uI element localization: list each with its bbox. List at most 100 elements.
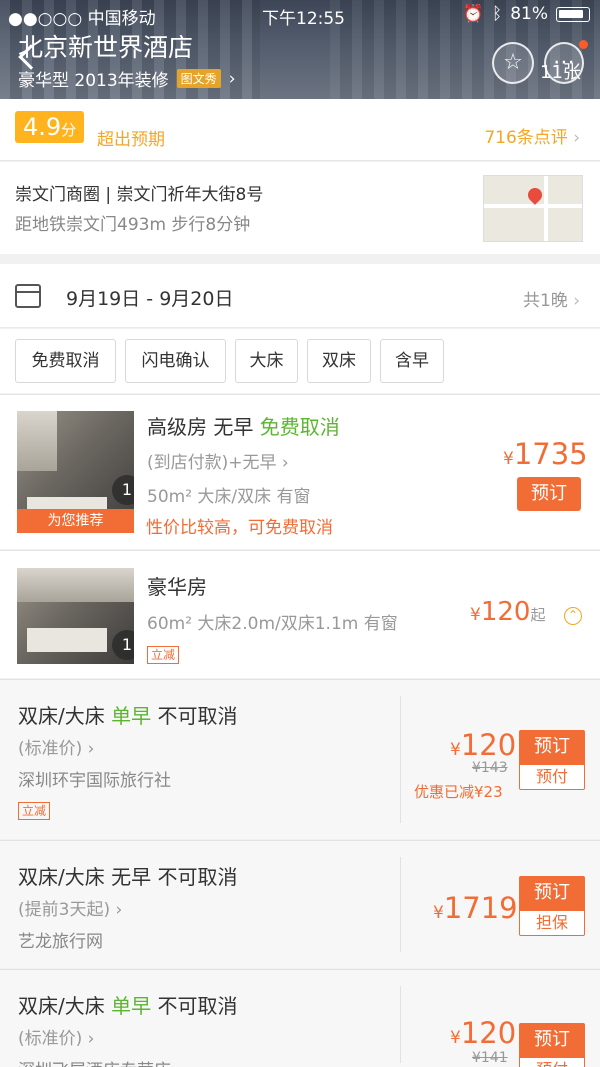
room-name: 高级房 无早 (147, 415, 260, 439)
filter-twin-bed[interactable]: 双床 (307, 339, 371, 383)
battery-icon (556, 6, 590, 22)
price-from-label: 起 (530, 606, 546, 624)
metro-distance: 距地铁崇文门493m 步行8分钟 (15, 215, 251, 235)
room-card-deluxe[interactable]: 1 豪华房 60m² 大床2.0m/双床1.1m 有窗 立减 ¥120起 ⌃ (0, 550, 600, 678)
chevron-right-icon: › (567, 291, 580, 311)
carrier-label: ●●○○○ 中国移动 (8, 9, 156, 29)
price-type[interactable]: (标准价) › (18, 1024, 94, 1049)
room-details: 60m² 大床2.0m/双床1.1m 有窗 (147, 614, 398, 634)
payment-type[interactable]: (到店付款)+无早 › (147, 448, 289, 473)
divider (400, 986, 401, 1063)
alarm-icon: ⏰ (462, 4, 484, 24)
filter-free-cancel[interactable]: 免费取消 (15, 339, 116, 383)
cancel-policy: 不可取消 (151, 994, 238, 1018)
hotel-subtitle[interactable]: 豪华型 2013年装修 图文秀 › (18, 66, 236, 92)
reviews-link[interactable]: 716条点评 › (484, 123, 580, 148)
room-photo[interactable]: 1 (17, 568, 134, 664)
room-details: 50m² 大床/双床 有窗 (147, 487, 311, 507)
rating-unit: 分 (61, 121, 77, 139)
book-button[interactable]: 预订 (517, 477, 581, 511)
room-title: 高级房 无早 免费取消 (147, 411, 340, 440)
price-value: 120 (460, 728, 517, 762)
room-price: ¥1735 (503, 437, 588, 471)
free-cancel-label: 免费取消 (259, 415, 340, 439)
prepay-label[interactable]: 预付 (519, 764, 585, 790)
chevron-right-icon: › (82, 1029, 95, 1049)
book-button[interactable]: 预订 (519, 876, 585, 910)
agency-name: 深圳环宇国际旅行社 (18, 771, 171, 791)
map-thumbnail[interactable] (483, 175, 583, 242)
price-value: 120 (460, 1016, 517, 1050)
room-card-superior[interactable]: 1 为您推荐 高级房 无早 免费取消 (到店付款)+无早 › 50m² 大床/双… (0, 394, 600, 549)
date-selector[interactable]: 9月19日 - 9月20日 共1晚 › (0, 264, 600, 328)
original-price: ¥141 (472, 1050, 508, 1066)
clock: 下午12:55 (262, 9, 345, 29)
bed-type: 双床/大床 (18, 994, 112, 1018)
room-price: ¥120起 (470, 597, 545, 627)
rate-title: 双床/大床 单早 不可取消 (18, 700, 237, 729)
chevron-right-icon: › (228, 68, 236, 89)
currency-symbol: ¥ (503, 449, 514, 469)
status-bar: ●●○○○ 中国移动 下午12:55 ⏰ ᛒ 81% (0, 4, 600, 29)
star-icon: ☆ (503, 50, 523, 75)
cancel-policy: 不可取消 (151, 704, 238, 728)
reviews-count: 716条点评 (484, 128, 568, 148)
collapse-chevron-up-icon[interactable]: ⌃ (564, 607, 582, 625)
promo-text: 性价比较高，可免费取消 (146, 518, 333, 538)
discount-tag: 立减 (147, 646, 180, 664)
price-type[interactable]: (标准价) › (18, 734, 94, 759)
book-button[interactable]: 预订 (519, 1023, 585, 1057)
favorite-star-button[interactable]: ☆ (492, 42, 534, 84)
rate-title: 双床/大床 无早 不可取消 (18, 861, 237, 890)
bed-type: 双床/大床 (18, 865, 112, 889)
agency-name: 深圳飞屋酒店专营店 (18, 1056, 171, 1067)
room-window (17, 568, 134, 602)
calendar-icon (15, 284, 41, 308)
map-road (484, 204, 582, 208)
rate-option[interactable]: 双床/大床 单早 不可取消 (标准价) › 深圳环宇国际旅行社 立减 ¥120 … (0, 679, 600, 839)
photo-count-badge: 1 (112, 475, 134, 505)
filter-king-bed[interactable]: 大床 (235, 339, 298, 383)
rate-price: ¥120 (450, 1016, 516, 1050)
room-window (17, 411, 57, 471)
chevron-right-icon: › (82, 739, 95, 759)
room-photo[interactable]: 1 为您推荐 (17, 411, 134, 533)
hotel-header: ●●○○○ 中国移动 下午12:55 ⏰ ᛒ 81% 北京新世界酒店 豪华型 2… (0, 0, 600, 99)
filter-instant-confirm[interactable]: 闪电确认 (125, 339, 226, 383)
photo-count: 11张 (540, 62, 581, 83)
date-range: 9月19日 - 9月20日 (66, 288, 234, 310)
recommended-band: 为您推荐 (17, 509, 134, 533)
address-section[interactable]: 崇文门商圈 | 崇文门祈年大街8号 距地铁崇文门493m 步行8分钟 (0, 162, 600, 254)
filter-bar: 免费取消 闪电确认 大床 双床 含早 (0, 329, 600, 393)
prepay-label[interactable]: 预付 (519, 1057, 585, 1067)
currency-symbol: ¥ (433, 903, 444, 923)
rating-row[interactable]: 4.9分 超出预期 716条点评 › (0, 99, 600, 161)
map-pin-icon (525, 185, 545, 205)
filter-breakfast[interactable]: 含早 (380, 339, 444, 383)
hotel-type-label: 豪华型 2013年装修 (18, 71, 169, 91)
divider (400, 857, 401, 952)
notification-dot (579, 40, 588, 49)
price-value: 1719 (443, 891, 518, 925)
original-price: ¥143 (472, 760, 508, 776)
agency-name: 艺龙旅行网 (18, 932, 103, 952)
book-button[interactable]: 预订 (519, 730, 585, 764)
guarantee-label[interactable]: 担保 (519, 910, 585, 936)
battery-percent: 81% (510, 4, 548, 24)
discount-tag: 立减 (18, 802, 51, 820)
price-type-label: (标准价) (18, 739, 83, 759)
cancel-policy: 不可取消 (151, 865, 238, 889)
breakfast-label: 无早 (111, 865, 152, 889)
rate-price: ¥1719 (433, 891, 518, 925)
divider (400, 696, 401, 823)
rate-option[interactable]: 双床/大床 无早 不可取消 (提前3天起) › 艺龙旅行网 ¥1719 预订 担… (0, 840, 600, 968)
rate-price: ¥120 (450, 728, 516, 762)
price-type[interactable]: (提前3天起) › (18, 895, 122, 920)
rate-title: 双床/大床 单早 不可取消 (18, 990, 237, 1019)
address-line: 崇文门商圈 | 崇文门祈年大街8号 (15, 185, 264, 205)
rate-option[interactable]: 双床/大床 单早 不可取消 (标准价) › 深圳飞屋酒店专营店 ¥120 ¥14… (0, 969, 600, 1067)
breakfast-label: 单早 (111, 994, 152, 1018)
currency-symbol: ¥ (450, 740, 461, 760)
price-value: 120 (480, 597, 531, 627)
hotel-name: 北京新世界酒店 (18, 33, 194, 62)
